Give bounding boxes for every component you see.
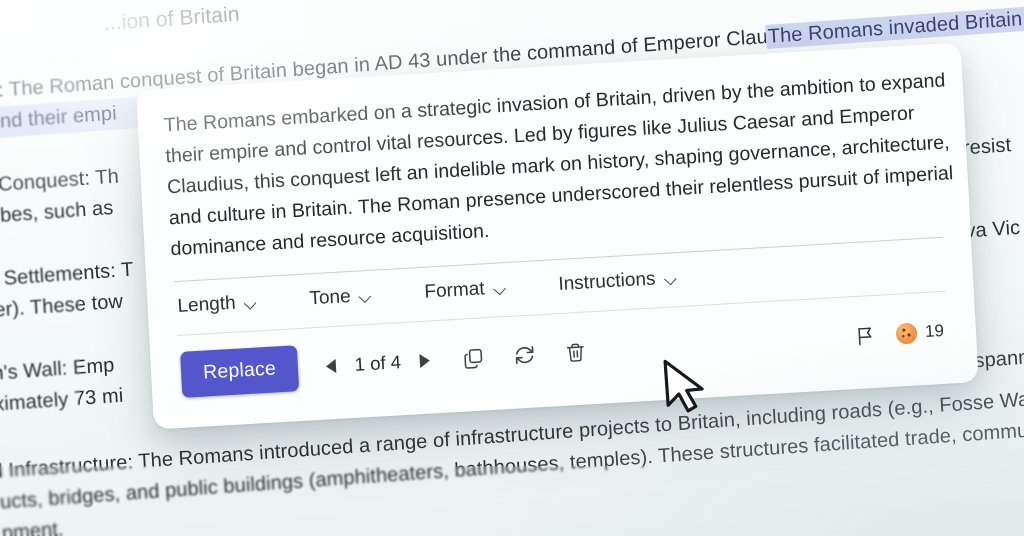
copy-icon[interactable] xyxy=(461,346,485,370)
selection-highlight: The Romans invaded Britain as t xyxy=(765,4,1024,49)
length-dropdown[interactable]: Length xyxy=(177,291,258,318)
chevron-down-icon xyxy=(664,274,677,283)
chevron-down-icon xyxy=(359,292,372,301)
suggestion-navigation: 1 of 4 xyxy=(325,350,431,378)
document-paragraph: pment. xyxy=(1,518,65,536)
credit-badge[interactable]: 19 xyxy=(895,320,945,345)
replace-button[interactable]: Replace xyxy=(179,345,300,398)
format-label: Format xyxy=(423,278,486,303)
chevron-down-icon xyxy=(244,298,257,307)
coin-icon xyxy=(895,321,918,345)
screenshot-scene: ...ion of Britain on: The Roman conquest… xyxy=(0,0,1024,536)
document-paragraph: tribes, such as xyxy=(0,196,114,229)
credit-count: 19 xyxy=(924,320,945,341)
next-triangle-icon[interactable] xyxy=(419,353,431,369)
status-group: 19 xyxy=(855,319,951,347)
format-dropdown[interactable]: Format xyxy=(424,277,507,304)
length-label: Length xyxy=(177,292,237,317)
generated-text: The Romans embarked on a strategic invas… xyxy=(163,69,954,261)
action-row: Replace 1 of 4 19 xyxy=(176,308,951,398)
previous-triangle-icon[interactable] xyxy=(325,358,337,374)
tone-label: Tone xyxy=(308,286,352,310)
refresh-icon[interactable] xyxy=(512,342,537,367)
tool-icons xyxy=(461,340,587,371)
options-row: Length Tone Format Instructions xyxy=(173,252,947,319)
tone-dropdown[interactable]: Tone xyxy=(309,285,373,311)
flag-icon[interactable] xyxy=(855,323,877,347)
trash-icon[interactable] xyxy=(564,340,587,364)
suggestion-counter: 1 of 4 xyxy=(354,351,402,375)
document-title: ...ion of Britain xyxy=(103,2,241,36)
instructions-dropdown[interactable]: Instructions xyxy=(558,267,678,296)
instructions-label: Instructions xyxy=(557,268,656,295)
chevron-down-icon xyxy=(493,284,506,293)
ai-suggestion-popup[interactable]: The Romans embarked on a strategic invas… xyxy=(136,42,979,430)
